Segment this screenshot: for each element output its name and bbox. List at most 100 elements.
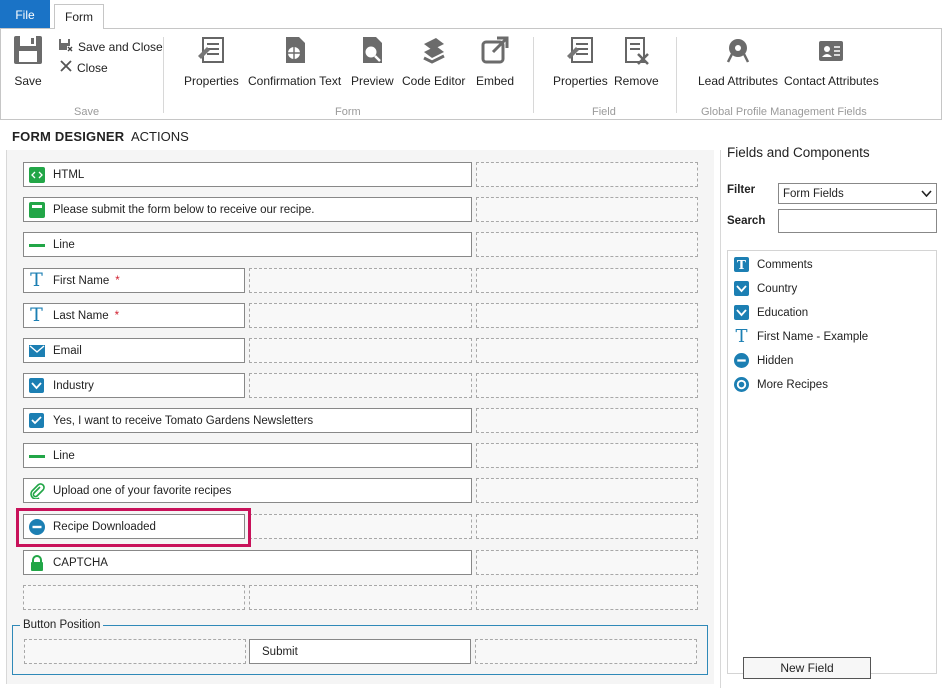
floppy-disk-icon [11,33,45,67]
form-field-newsletter[interactable]: Yes, I want to receive Tomato Gardens Ne… [23,408,472,433]
empty-slot[interactable] [476,408,698,433]
empty-slot[interactable] [249,585,472,610]
form-field-email[interactable]: Email [23,338,245,363]
form-field-captcha[interactable]: CAPTCHA [23,550,472,575]
save-and-close-button[interactable]: Save and Close [58,38,163,56]
panel-title: Fields and Components [727,145,870,160]
code-editor-button[interactable]: Code Editor [402,33,465,88]
empty-slot[interactable] [476,585,698,610]
list-item-comments[interactable]: T Comments [734,257,813,272]
empty-slot[interactable] [476,197,698,222]
group-label-field: Field [592,106,616,118]
globe-document-icon [278,33,312,67]
form-field-line[interactable]: Line [23,443,472,468]
empty-slot[interactable] [249,338,472,363]
group-label-global: Global Profile Management Fields [701,106,867,118]
code-editor-icon [417,33,451,67]
filter-label: Filter [727,184,756,196]
submit-button[interactable]: Submit [249,639,471,664]
empty-slot[interactable] [476,443,698,468]
text-field-icon: T [30,304,43,326]
dropdown-icon [734,281,749,296]
empty-slot[interactable] [476,162,698,187]
tab-actions[interactable]: ACTIONS [131,129,189,144]
list-item-more-recipes[interactable]: More Recipes [734,377,828,392]
line-icon [28,236,45,253]
group-label-save: Save [74,106,100,118]
email-icon [28,342,45,359]
empty-slot[interactable] [249,514,472,539]
properties-icon [194,33,228,67]
empty-slot[interactable] [249,268,472,293]
empty-slot[interactable] [23,585,245,610]
lead-attributes-button[interactable]: Lead Attributes [698,33,778,88]
empty-slot[interactable] [476,268,698,293]
checkbox-icon [28,412,45,429]
lead-attributes-icon [721,33,755,67]
embed-icon [478,33,512,67]
save-close-icon [58,38,73,56]
form-field-industry[interactable]: Industry [23,373,245,398]
remove-document-icon [619,33,653,67]
empty-slot[interactable] [476,303,698,328]
form-field-text-block[interactable]: Please submit the form below to receive … [23,197,472,222]
tab-form[interactable]: Form [54,4,104,29]
group-label-form: Form [335,106,361,118]
form-field-line[interactable]: Line [23,232,472,257]
attachment-icon [28,482,45,499]
divider [163,37,164,113]
chevron-down-icon [921,188,932,200]
contact-attributes-button[interactable]: Contact Attributes [784,33,879,88]
radio-icon [734,377,749,392]
ribbon: Save Save and Close Close Save Propertie… [0,28,942,120]
lock-icon [28,554,45,571]
search-input[interactable] [778,209,937,233]
hidden-field-icon [734,353,749,368]
form-field-first-name[interactable]: T First Name * [23,268,245,293]
contact-card-icon [814,33,848,67]
button-slot-left[interactable] [24,639,246,664]
remove-button[interactable]: Remove [614,33,659,88]
tab-file[interactable]: File [0,0,50,29]
line-icon [28,447,45,464]
text-area-icon: T [734,257,749,272]
list-item-country[interactable]: Country [734,281,797,296]
text-block-icon [28,201,45,218]
preview-icon [355,33,389,67]
list-item-first-name-example[interactable]: T First Name - Example [734,325,868,347]
text-field-icon: T [735,325,748,347]
confirmation-text-button[interactable]: Confirmation Text [248,33,341,88]
list-item-hidden[interactable]: Hidden [734,353,793,368]
dropdown-icon [734,305,749,320]
panel-divider [720,150,721,688]
form-field-last-name[interactable]: T Last Name * [23,303,245,328]
empty-slot[interactable] [249,373,472,398]
components-list: T Comments Country Education T First Nam… [727,250,937,674]
new-field-button[interactable]: New Field [743,657,871,679]
embed-button[interactable]: Embed [476,33,514,88]
empty-slot[interactable] [476,232,698,257]
divider [676,37,677,113]
preview-button[interactable]: Preview [351,33,394,88]
empty-slot[interactable] [476,373,698,398]
properties-icon [563,33,597,67]
empty-slot[interactable] [249,303,472,328]
empty-slot[interactable] [476,550,698,575]
save-button[interactable]: Save [11,33,45,88]
form-field-upload[interactable]: Upload one of your favorite recipes [23,478,472,503]
button-position-label: Button Position [20,619,104,631]
filter-select[interactable]: Form Fields [778,183,937,204]
button-slot-right[interactable] [475,639,697,664]
list-item-education[interactable]: Education [734,305,808,320]
close-icon [60,60,72,75]
close-button[interactable]: Close [60,60,108,75]
form-properties-button[interactable]: Properties [184,33,239,88]
required-marker: * [115,274,120,287]
empty-slot[interactable] [476,338,698,363]
empty-slot[interactable] [476,514,698,539]
empty-slot[interactable] [476,478,698,503]
field-properties-button[interactable]: Properties [553,33,608,88]
tab-form-designer[interactable]: FORM DESIGNER [12,129,124,144]
form-field-html[interactable]: HTML [23,162,472,187]
text-field-icon: T [30,269,43,291]
